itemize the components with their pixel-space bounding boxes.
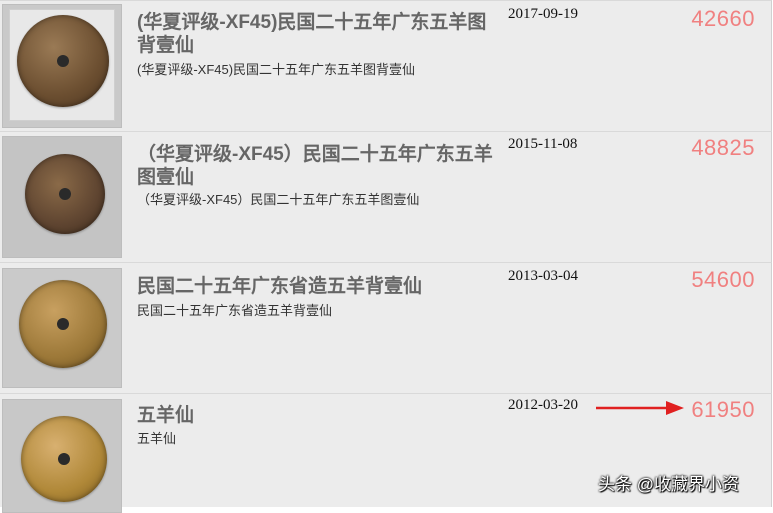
listing-price: 48825 — [691, 135, 755, 160]
coin-thumbnail[interactable] — [2, 136, 122, 258]
listing-title[interactable]: (华夏评级-XF45)民国二十五年广东五羊图背壹仙 — [137, 11, 497, 57]
right-arrow-icon — [596, 401, 684, 415]
listing-title[interactable]: （华夏评级-XF45）民国二十五年广东五羊图壹仙 — [137, 143, 497, 189]
listing-date: 2017-09-19 — [508, 6, 578, 22]
coin-thumbnail[interactable] — [2, 4, 122, 128]
listing-subtitle: (华夏评级-XF45)民国二十五年广东五羊图背壹仙 — [137, 62, 416, 77]
list-item[interactable]: （华夏评级-XF45）民国二十五年广东五羊图壹仙 （华夏评级-XF45）民国二十… — [0, 131, 772, 262]
listing-date: 2013-03-04 — [508, 268, 578, 284]
coin-image — [17, 15, 109, 107]
listing-title[interactable]: 民国二十五年广东省造五羊背壹仙 — [137, 275, 497, 298]
listing-subtitle: 民国二十五年广东省造五羊背壹仙 — [137, 303, 333, 318]
watermark: 头条 @收藏界小资 — [598, 475, 739, 494]
listing-date: 2012-03-20 — [508, 397, 578, 413]
coin-image — [21, 416, 107, 502]
listing-price: 54600 — [691, 267, 755, 292]
auction-results-list: (华夏评级-XF45)民国二十五年广东五羊图背壹仙 (华夏评级-XF45)民国二… — [0, 0, 773, 513]
coin-thumbnail[interactable] — [2, 268, 122, 388]
listing-title[interactable]: 五羊仙 — [137, 404, 497, 427]
coin-image — [19, 280, 107, 368]
listing-subtitle: （华夏评级-XF45）民国二十五年广东五羊图壹仙 — [137, 192, 420, 207]
coin-image — [25, 154, 105, 234]
list-item[interactable]: 民国二十五年广东省造五羊背壹仙 民国二十五年广东省造五羊背壹仙 2013-03-… — [0, 262, 772, 393]
coin-thumbnail[interactable] — [2, 399, 122, 513]
list-item[interactable]: (华夏评级-XF45)民国二十五年广东五羊图背壹仙 (华夏评级-XF45)民国二… — [0, 0, 772, 131]
listing-price: 42660 — [691, 6, 755, 31]
listing-subtitle: 五羊仙 — [137, 431, 177, 446]
listing-date: 2015-11-08 — [508, 136, 578, 152]
